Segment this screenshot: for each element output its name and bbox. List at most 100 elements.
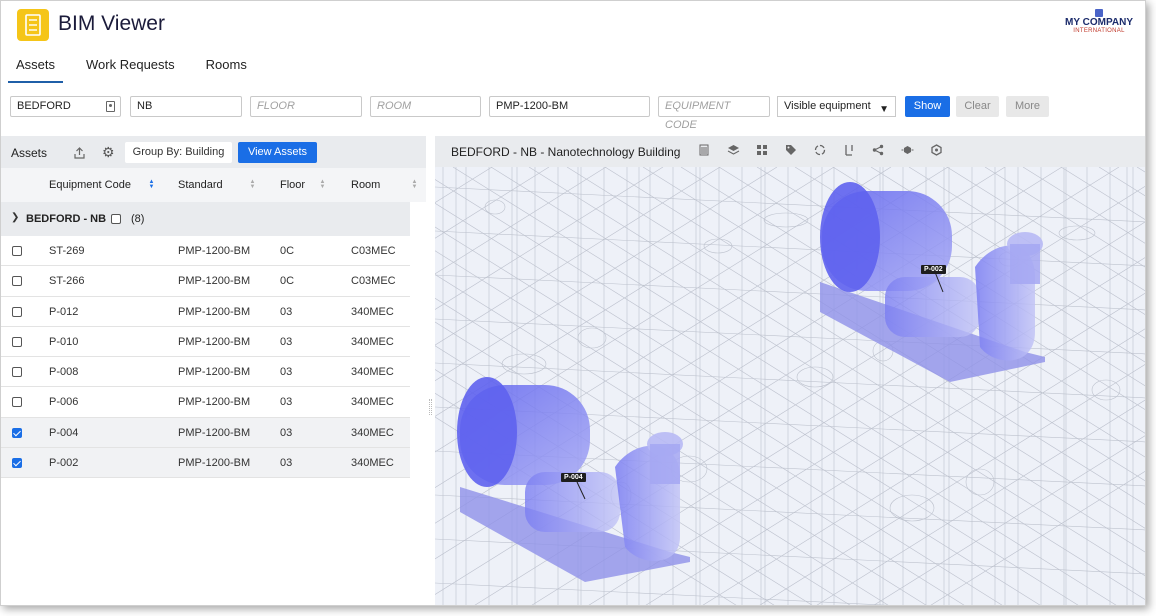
cell-room: 340MEC (351, 457, 394, 470)
cell-standard: PMP-1200-BM (178, 396, 251, 409)
cell-standard: PMP-1200-BM (178, 457, 251, 470)
table-row[interactable]: P-008 PMP-1200-BM 03 340MEC (1, 357, 410, 388)
equipment-label-p004[interactable]: P-004 (561, 473, 586, 482)
assets-panel-title: Assets (11, 146, 48, 160)
site-field[interactable]: BEDFORD (10, 96, 121, 117)
column-room[interactable]: Room (351, 179, 380, 191)
column-standard[interactable]: Standard (178, 179, 223, 191)
row-checkbox[interactable] (12, 246, 22, 256)
model-icon[interactable] (929, 144, 943, 158)
cell-room: 340MEC (351, 335, 394, 348)
building-icon[interactable] (697, 144, 711, 158)
cell-room: 340MEC (351, 426, 394, 439)
section-icon[interactable] (842, 144, 856, 158)
room-field[interactable]: ROOM (370, 96, 481, 117)
cell-room: 340MEC (351, 396, 394, 409)
cell-floor: 03 (280, 396, 293, 409)
sort-icon[interactable]: ▲ ▼ (249, 179, 256, 190)
gear-icon[interactable]: ⚙ (102, 144, 115, 161)
filter-bar: BEDFORD NB FLOOR ROOM PMP-1200-BM EQUIPM… (1, 95, 1145, 131)
app-header: BIM Viewer MY COMPANY INTERNATIONAL (1, 1, 1145, 49)
row-checkbox[interactable] (12, 276, 22, 287)
equipment-select-value: Visible equipment (784, 100, 871, 112)
cell-floor: 0C (280, 245, 295, 257)
column-equipment-code[interactable]: Equipment Code (49, 179, 131, 191)
cell-floor: 03 (280, 305, 293, 318)
layers-icon[interactable] (726, 144, 740, 158)
tab-assets[interactable]: Assets (8, 53, 64, 83)
view-assets-button[interactable]: View Assets (238, 142, 317, 163)
contact-book-icon[interactable] (106, 101, 115, 112)
cell-standard: PMP-1200-BM (178, 275, 251, 288)
model-canvas[interactable]: P-002 P-004 (435, 166, 1146, 606)
company-name: MY COMPANY (1065, 17, 1133, 28)
group-row[interactable]: ❯ BEDFORD - NB (8) (1, 202, 410, 236)
cell-equipment-code: ST-269 (49, 245, 85, 257)
company-subtitle: INTERNATIONAL (1073, 28, 1125, 34)
cell-equipment-code: P-002 (49, 457, 79, 470)
sort-icon[interactable]: ▲ ▼ (411, 179, 418, 190)
floor-field[interactable]: FLOOR (250, 96, 362, 117)
equipment-code-field[interactable]: EQUIPMENT CODE (658, 96, 770, 131)
row-checkbox[interactable] (12, 306, 22, 317)
table-row[interactable]: P-002 PMP-1200-BM 03 340MEC (1, 448, 410, 479)
viewer-title: BEDFORD - NB - Nanotechnology Building (451, 145, 681, 159)
assets-table-header: Equipment Code ▲ ▼ Standard ▲ ▼ Floor ▲ ▼ R… (1, 168, 426, 202)
group-by-button[interactable]: Group By: Building (125, 142, 232, 163)
rotate-icon[interactable] (813, 144, 827, 158)
row-checkbox[interactable] (12, 336, 22, 347)
cell-standard: PMP-1200-BM (178, 366, 251, 379)
equipment-label-p002[interactable]: P-002 (921, 265, 946, 274)
standard-field[interactable]: PMP-1200-BM (489, 96, 650, 117)
tab-work-requests[interactable]: Work Requests (78, 53, 183, 83)
explode-icon[interactable] (900, 144, 914, 158)
sort-icon[interactable]: ▲ ▼ (148, 179, 155, 190)
cell-equipment-code: ST-266 (49, 275, 85, 288)
row-checkbox[interactable] (12, 427, 22, 438)
row-checkbox[interactable] (12, 458, 22, 469)
cell-room: 340MEC (351, 366, 394, 379)
chevron-down-icon: ▼ (879, 104, 889, 115)
group-label: BEDFORD - NB (26, 213, 107, 225)
assets-table-body: ST-269 PMP-1200-BM 0C C03MEC ST-266 PMP-1200-… (1, 236, 410, 479)
site-value: BEDFORD (17, 100, 71, 112)
cell-floor: 03 (280, 366, 293, 379)
grid-icon[interactable] (755, 144, 769, 158)
panel-splitter[interactable] (429, 399, 432, 415)
viewer-toolbar: BEDFORD - NB - Nanotechnology Building (435, 136, 1145, 167)
share-icon[interactable] (871, 144, 885, 158)
table-row[interactable]: P-012 PMP-1200-BM 03 340MEC (1, 297, 410, 327)
bim-model-render[interactable] (435, 166, 1146, 606)
row-checkbox[interactable] (12, 397, 22, 408)
chevron-down-icon[interactable]: ❯ (11, 212, 19, 223)
bim-viewer[interactable]: BEDFORD - NB - Nanotechnology Building P… (435, 136, 1146, 606)
app-window: BIM Viewer MY COMPANY INTERNATIONAL Asse… (0, 0, 1146, 606)
export-icon[interactable] (74, 146, 85, 164)
table-row[interactable]: P-006 PMP-1200-BM 03 340MEC (1, 387, 410, 418)
equipment-select[interactable]: Visible equipment ▼ (777, 96, 896, 117)
group-count: (8) (131, 213, 145, 225)
more-button[interactable]: More (1006, 96, 1049, 117)
sort-icon[interactable]: ▲ ▼ (319, 179, 326, 190)
row-checkbox[interactable] (12, 367, 22, 378)
building-field[interactable]: NB (130, 96, 242, 117)
company-logo: MY COMPANY INTERNATIONAL (1061, 9, 1137, 35)
viewer-tools (697, 144, 958, 158)
cell-standard: PMP-1200-BM (178, 335, 251, 348)
clear-button[interactable]: Clear (956, 96, 999, 117)
tab-rooms[interactable]: Rooms (198, 53, 255, 83)
table-row[interactable]: ST-266 PMP-1200-BM 0C C03MEC (1, 266, 410, 297)
table-row[interactable]: P-004 PMP-1200-BM 03 340MEC (1, 417, 410, 449)
cell-room: 340MEC (351, 305, 394, 318)
table-row[interactable]: P-010 PMP-1200-BM 03 340MEC (1, 327, 410, 358)
tag-icon[interactable] (784, 144, 798, 158)
app-title: BIM Viewer (58, 12, 165, 35)
company-mark-icon (1095, 9, 1103, 17)
column-floor[interactable]: Floor (280, 179, 305, 191)
show-button[interactable]: Show (905, 96, 950, 117)
cell-standard: PMP-1200-BM (178, 305, 251, 318)
group-checkbox[interactable] (111, 214, 121, 224)
table-row[interactable]: ST-269 PMP-1200-BM 0C C03MEC (1, 236, 410, 267)
main-tabs: Assets Work Requests Rooms (1, 53, 263, 85)
cell-room: C03MEC (351, 275, 396, 288)
